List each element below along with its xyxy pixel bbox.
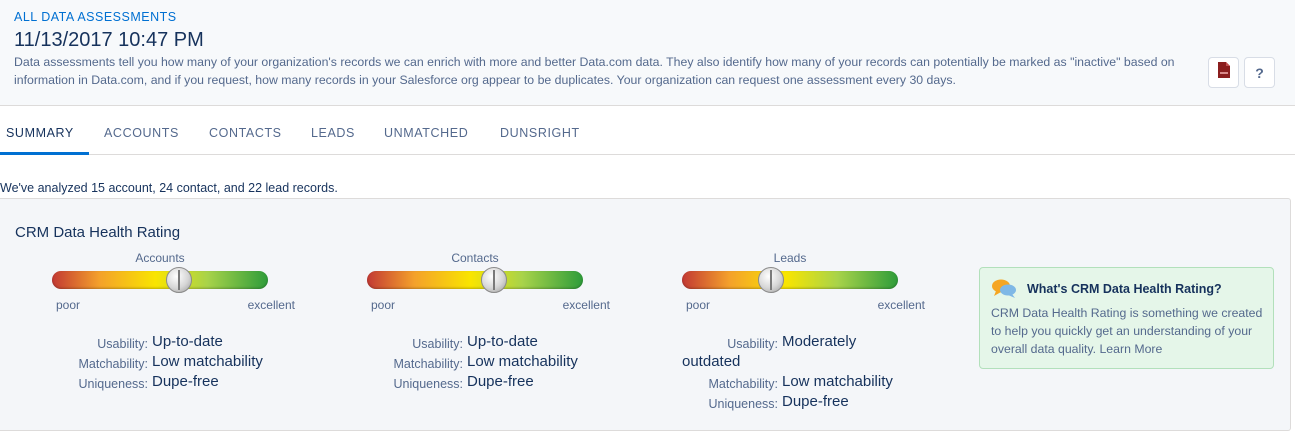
panel-title: CRM Data Health Rating — [15, 224, 181, 241]
gauge-knob — [166, 267, 193, 293]
chat-bubbles-icon — [991, 278, 1017, 300]
usability-label: Usability: — [97, 337, 148, 351]
matchability-label: Matchability: — [393, 357, 463, 371]
page-header: ALL DATA ASSESSMENTS 11/13/2017 10:47 PM… — [0, 0, 1295, 106]
download-pdf-button[interactable] — [1208, 57, 1239, 88]
usability-value-continued: outdated — [682, 353, 741, 370]
tab-dunsright[interactable]: DUNSRIGHT — [500, 112, 580, 154]
gauge-label: Accounts — [135, 251, 185, 265]
gauge-excellent-label: excellent — [877, 298, 925, 312]
crm-data-health-panel: CRM Data Health Rating Accounts poor exc… — [0, 198, 1291, 431]
uniqueness-label: Uniqueness: — [78, 377, 149, 391]
tab-bar: SUMMARY ACCOUNTS CONTACTS LEADS UNMATCHE… — [0, 112, 1295, 155]
learn-more-link[interactable]: Learn More — [1099, 342, 1162, 356]
accounts-metrics: Usability: Up-to-date Matchability: Low ma… — [14, 333, 324, 393]
breadcrumb-all-data-assessments[interactable]: ALL DATA ASSESSMENTS — [14, 10, 177, 24]
uniqueness-value: Dupe-free — [467, 373, 534, 390]
analyzed-summary-text: We've analyzed 15 account, 24 contact, a… — [0, 181, 338, 195]
tab-leads[interactable]: LEADS — [311, 112, 355, 154]
contacts-metrics: Usability: Up-to-date Matchability: Low ma… — [329, 333, 639, 393]
gauge-poor-label: poor — [371, 298, 396, 312]
matchability-label: Matchability: — [78, 357, 148, 371]
tab-summary[interactable]: SUMMARY — [6, 112, 74, 154]
gauge-label: Leads — [773, 251, 807, 265]
leads-metrics: Usability: Moderately outdated Matchabili… — [644, 333, 954, 413]
info-text: CRM Data Health Rating is something we c… — [991, 304, 1271, 358]
usability-value: Up-to-date — [467, 333, 538, 350]
gauge-excellent-label: excellent — [562, 298, 610, 312]
uniqueness-label: Uniqueness: — [708, 397, 779, 411]
usability-label: Usability: — [412, 337, 463, 351]
info-title: What's CRM Data Health Rating? — [1027, 282, 1222, 296]
help-icon: ? — [1255, 64, 1264, 81]
usability-value: Up-to-date — [152, 333, 223, 350]
usability-value: Moderately — [782, 333, 857, 350]
matchability-label: Matchability: — [708, 377, 778, 391]
tab-contacts[interactable]: CONTACTS — [209, 112, 282, 154]
gauge-knob — [757, 267, 784, 293]
uniqueness-label: Uniqueness: — [393, 377, 464, 391]
active-tab-indicator — [0, 152, 89, 155]
page-title: 11/13/2017 10:47 PM — [14, 29, 204, 51]
usability-label: Usability: — [727, 337, 778, 351]
help-button[interactable]: ? — [1244, 57, 1275, 88]
tab-accounts[interactable]: ACCOUNTS — [104, 112, 179, 154]
matchability-value: Low matchability — [467, 353, 578, 370]
pdf-file-icon — [1217, 62, 1231, 83]
gauge-bar — [367, 271, 583, 289]
uniqueness-value: Dupe-free — [152, 373, 219, 390]
gauge-excellent-label: excellent — [247, 298, 295, 312]
gauge-poor-label: poor — [56, 298, 81, 312]
gauge-poor-label: poor — [686, 298, 711, 312]
matchability-value: Low matchability — [152, 353, 263, 370]
gauge-knob — [481, 267, 508, 293]
tab-unmatched[interactable]: UNMATCHED — [384, 112, 468, 154]
gauge-bar — [52, 271, 268, 289]
uniqueness-value: Dupe-free — [782, 393, 849, 410]
page-description: Data assessments tell you how many of yo… — [14, 55, 1175, 87]
gauge-label: Contacts — [451, 251, 499, 265]
health-rating-info-box: What's CRM Data Health Rating? CRM Data … — [979, 267, 1274, 369]
gauge-bar — [682, 271, 898, 289]
matchability-value: Low matchability — [782, 373, 893, 390]
